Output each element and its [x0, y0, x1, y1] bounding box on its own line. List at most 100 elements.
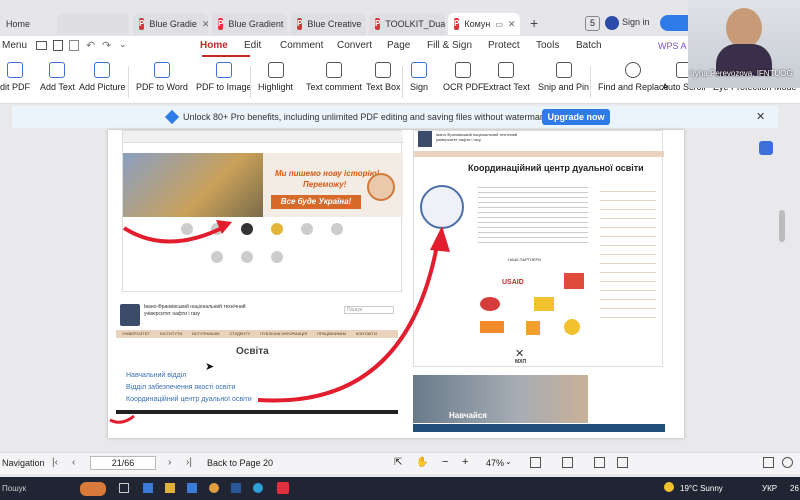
task-view-icon[interactable] [119, 483, 129, 493]
ai-assistant-icon[interactable] [759, 141, 773, 155]
tab-label: Blue Gradient [228, 19, 284, 29]
image-icon [215, 62, 232, 78]
folder-icon[interactable] [36, 41, 47, 50]
divider [590, 66, 591, 98]
monitor-icon: ▭ [495, 19, 503, 29]
pdf-file-icon: P [218, 18, 224, 30]
extract-text-button[interactable]: Extract Text [483, 62, 530, 92]
zoom-in-icon[interactable]: + [462, 456, 468, 468]
tab-komun[interactable]: P Комун ▭ ✕ [448, 13, 520, 35]
hand-tool-icon[interactable]: ✋ [416, 457, 428, 468]
chrome-icon[interactable] [209, 483, 219, 493]
word-icon[interactable] [231, 483, 241, 493]
menu-convert[interactable]: Convert [337, 40, 372, 51]
prev-page-icon[interactable]: ‹ [72, 457, 75, 468]
menu-comment[interactable]: Comment [280, 40, 323, 51]
edit-pdf-button[interactable]: dit PDF [0, 62, 30, 92]
upgrade-pill[interactable] [660, 15, 690, 31]
menu-fill-sign[interactable]: Fill & Sign [427, 40, 472, 51]
tab-blue-gradient[interactable]: P Blue Gradient [212, 13, 287, 35]
fit-page-icon[interactable] [530, 457, 541, 468]
chevron-down-icon[interactable]: ⌄ [505, 457, 512, 466]
menu-batch[interactable]: Batch [576, 40, 602, 51]
tab-toolkit[interactable]: P TOOLKIT_Duali [369, 13, 445, 35]
sign-in-link[interactable]: Sign in [622, 17, 650, 27]
scrollbar-thumb[interactable] [779, 210, 785, 242]
menu-home[interactable]: Home [200, 40, 228, 51]
rotate-icon[interactable] [594, 457, 605, 468]
taskbar-search[interactable]: Пошук [2, 484, 26, 493]
chevron-down-icon[interactable]: ⌄ [119, 39, 127, 50]
first-page-icon[interactable]: |‹ [52, 457, 58, 468]
webcam-overlay: Iryna Perevozova, IFNTUOG [688, 0, 800, 88]
tab-home[interactable]: Home [0, 13, 54, 35]
find-replace-button[interactable]: Find and Replace [598, 62, 669, 92]
new-tab-plus-icon[interactable]: + [530, 15, 538, 31]
clock[interactable]: 26 [790, 484, 799, 493]
undo-icon[interactable]: ↶ [86, 39, 95, 52]
page-number-input[interactable]: 21/66 [90, 456, 156, 470]
app-window-icon[interactable]: 5 [585, 16, 600, 31]
export-icon[interactable] [617, 457, 628, 468]
ocr-pdf-button[interactable]: OCR PDF [443, 62, 484, 92]
taskbar-app-icon[interactable] [143, 483, 153, 493]
text-comment-button[interactable]: Text comment [306, 62, 362, 92]
tab-blue-gradie[interactable]: P Blue Gradie ✕ [133, 13, 208, 35]
menu-protect[interactable]: Protect [488, 40, 520, 51]
page-layout-icon[interactable] [562, 457, 573, 468]
ocr-icon [455, 62, 472, 78]
last-page-icon[interactable]: ›| [186, 457, 192, 468]
zoom-out-icon[interactable]: − [442, 456, 448, 468]
select-cursor-icon[interactable]: ⇱ [394, 457, 402, 468]
settings-icon[interactable] [782, 457, 793, 468]
word-icon [153, 62, 170, 78]
status-bar: Navigation |‹ ‹ 21/66 › ›| Back to Page … [0, 452, 800, 474]
upgrade-now-button[interactable]: Upgrade now [542, 109, 610, 125]
taskbar-app-icon[interactable] [187, 483, 197, 493]
red-arrow-1 [122, 224, 227, 244]
close-icon[interactable]: ✕ [202, 19, 208, 30]
sign-button[interactable]: Sign [410, 62, 428, 92]
promo-text: Unlock 80+ Pro benefits, including unlim… [183, 112, 550, 122]
close-icon[interactable]: ✕ [508, 19, 516, 30]
close-icon[interactable]: ✕ [756, 110, 765, 123]
menu-bar: Menu ↶ ↷ ⌄ Home Edit Comment Convert Pag… [0, 36, 800, 58]
add-picture-button[interactable]: Add Picture [79, 62, 126, 92]
save-icon[interactable] [53, 40, 63, 51]
text-box-button[interactable]: Text Box [366, 62, 401, 92]
tab-blank[interactable] [57, 13, 129, 35]
snip-pin-button[interactable]: Snip and Pin [538, 62, 589, 92]
pdf-to-word-button[interactable]: PDF to Word [136, 62, 188, 92]
highlight-button[interactable]: Highlight [258, 62, 293, 92]
picture-icon [94, 62, 111, 78]
redo-icon[interactable]: ↷ [102, 39, 111, 52]
menu-edit[interactable]: Edit [244, 40, 261, 51]
zoom-level[interactable]: 47% [486, 458, 504, 468]
pdf-file-icon: P [139, 18, 145, 30]
tab-label: Home [6, 19, 31, 29]
edge-icon[interactable] [253, 483, 263, 493]
navigation-label[interactable]: Navigation [2, 458, 45, 468]
next-page-icon[interactable]: › [168, 457, 171, 468]
pdf-app-icon[interactable] [277, 482, 289, 494]
mouse-cursor-icon: ➤ [205, 361, 215, 373]
menu-page[interactable]: Page [387, 40, 410, 51]
pdf-to-image-button[interactable]: PDF to Image [196, 62, 252, 92]
weather-text[interactable]: 19°C Sunny [680, 484, 723, 493]
edit-icon [7, 62, 23, 78]
participant-face [726, 8, 762, 48]
menu-button[interactable]: Menu [2, 40, 27, 51]
wps-ai-button[interactable]: WPS A [658, 41, 687, 51]
language-indicator[interactable]: УКР [762, 484, 777, 493]
menu-tools[interactable]: Tools [536, 40, 559, 51]
avatar[interactable] [605, 16, 619, 30]
taskbar-widget[interactable] [80, 482, 106, 496]
folder-icon[interactable] [165, 483, 175, 493]
windows-taskbar: Пошук 19°C Sunny УКР 26 [0, 477, 800, 500]
pdf-file-icon: P [297, 18, 303, 30]
add-text-button[interactable]: Add Text [40, 62, 75, 92]
read-mode-icon[interactable] [763, 457, 774, 468]
print-icon[interactable] [69, 40, 79, 51]
tab-blue-creative[interactable]: P Blue Creative [291, 13, 366, 35]
back-to-page-button[interactable]: Back to Page 20 [207, 458, 273, 468]
